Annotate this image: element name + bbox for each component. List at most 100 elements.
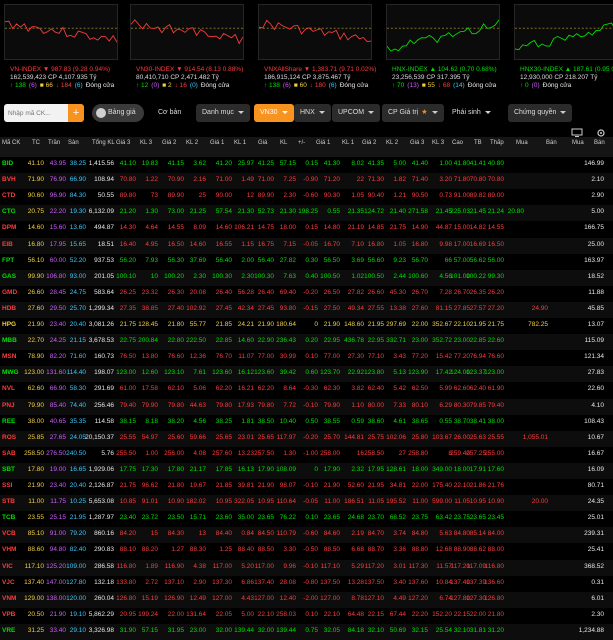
quote-cell: 49.34 [347, 304, 364, 312]
basic-tab[interactable]: Cơ bản [152, 104, 187, 122]
symbol-cell[interactable]: NVL [2, 385, 15, 392]
symbol-cell[interactable]: EIB [2, 241, 13, 248]
symbol-cell[interactable]: DPM [2, 224, 16, 231]
quote-cell: 258.00 [320, 449, 340, 457]
add-symbol-button[interactable]: + [68, 104, 84, 122]
symbol-cell[interactable]: CTG [2, 208, 16, 215]
symbol-cell[interactable]: GAS [2, 273, 16, 280]
symbol-cell[interactable]: HPG [2, 321, 16, 328]
symbol-cell[interactable]: VCB [2, 530, 16, 537]
table-row[interactable]: VRE 31.25 33.40 29.10 3,326.98 31.90 57.15 31.9… [0, 623, 613, 640]
quote-cell: 31.20 [487, 626, 504, 634]
symbol-cell[interactable]: SAB [2, 450, 16, 457]
upcom-dropdown[interactable]: UPCOM [332, 104, 381, 122]
header-ap1[interactable]: Giá 1 [316, 140, 330, 146]
vn30-dropdown[interactable]: VN30 [254, 104, 294, 122]
symbol-cell[interactable]: GMD [2, 289, 17, 296]
header-v1[interactable]: KL 1 [234, 140, 246, 146]
board-toggle[interactable]: Bảng giá [92, 104, 144, 122]
symbol-cell[interactable]: HDB [2, 305, 16, 312]
symbol-cell[interactable]: SSI [2, 482, 12, 489]
symbol-cell[interactable]: MBB [2, 337, 17, 344]
ceiling-price-cell: 23.40 [49, 482, 66, 489]
cp-value-dropdown[interactable]: CP Giá trị ★ [382, 104, 444, 122]
header-p3[interactable]: Giá 3 [116, 140, 130, 146]
quote-cell: 68.52 [389, 514, 406, 522]
header-p2[interactable]: Giá 2 [162, 140, 176, 146]
quote-cell: 126.90 [164, 594, 184, 602]
header-sell[interactable]: Bán [546, 140, 557, 146]
header-p1[interactable]: Giá 1 [210, 140, 224, 146]
quote-cell: 16.55 [215, 240, 232, 248]
symbol-cell[interactable]: SBT [2, 466, 15, 473]
header-avg[interactable]: TB [474, 140, 482, 146]
warrants-dropdown[interactable]: Chứng quyền [508, 104, 573, 122]
quote-cell: 123.00 [484, 369, 504, 377]
symbol-cell[interactable]: BVH [2, 176, 16, 183]
symbol-search-input[interactable] [4, 104, 68, 122]
header-buy[interactable]: Mua [516, 140, 528, 146]
header-av1[interactable]: KL 1 [342, 140, 354, 146]
quote-cell: 6.86 [241, 578, 254, 586]
category-dropdown[interactable]: Danh mục [196, 104, 250, 122]
index-card[interactable]: HNX-INDEX ▲ 104.62 (0.70 0.68%) 23,256,53… [382, 0, 504, 92]
quote-cell: 62.20 [257, 385, 274, 393]
header-low[interactable]: Thấp [490, 140, 504, 146]
quote-cell: 38.85 [141, 304, 158, 312]
symbol-cell[interactable]: VPB [2, 611, 15, 618]
symbol-cell[interactable]: MWG [2, 369, 19, 376]
symbol-cell[interactable]: CTD [2, 192, 15, 199]
symbol-cell[interactable]: STB [2, 498, 15, 505]
symbol-cell[interactable]: VNM [2, 595, 16, 602]
quote-cell: 20.80 [507, 208, 524, 216]
header-av2[interactable]: KL 2 [386, 140, 398, 146]
symbol-cell[interactable]: PNJ [2, 402, 15, 409]
header-ap2[interactable]: Giá 2 [362, 140, 376, 146]
header-chg[interactable]: +/- [298, 140, 305, 146]
symbol-cell[interactable]: ROS [2, 434, 16, 441]
index-volume: 23,256,539 CP 317.395 Tỷ [392, 74, 470, 81]
quote-cell: 85.14 [469, 530, 486, 538]
quote-cell: 128.61 [386, 465, 406, 473]
floor-price-cell: 79.20 [69, 530, 86, 538]
symbol-cell[interactable]: FPT [2, 257, 14, 264]
symbol-cell[interactable]: VHM [2, 546, 16, 553]
header-ref[interactable]: TC [32, 140, 40, 146]
symbol-cell[interactable]: VRE [2, 627, 15, 634]
header-ap3[interactable]: Giá 3 [410, 140, 424, 146]
quote-cell: 21.25 [189, 208, 206, 216]
header-high[interactable]: Cao [452, 140, 463, 146]
index-card[interactable]: VN30-INDEX ▼ 914.54 (8.13 0.88%) 80,410,7… [126, 0, 248, 92]
header-ceil[interactable]: Trần [48, 140, 60, 146]
quote-cell: 20.00 [531, 498, 548, 506]
hnx-dropdown[interactable]: HNX [294, 104, 331, 122]
symbol-cell[interactable]: REE [2, 418, 15, 425]
header-av3[interactable]: KL 3 [432, 140, 444, 146]
symbol-cell[interactable]: MSN [2, 353, 16, 360]
symbol-cell[interactable]: TCB [2, 514, 15, 521]
header-mv[interactable]: KL [280, 140, 287, 146]
index-card[interactable]: VNXAllShare ▼ 1,383.71 (9.71 0.02%) 186,9… [254, 0, 376, 92]
symbol-cell[interactable]: BID [2, 160, 13, 167]
header-mp[interactable]: Giá [258, 140, 267, 146]
symbol-cell[interactable]: VIC [2, 563, 13, 570]
symbol-cell[interactable]: VJC [2, 579, 15, 586]
header-total[interactable]: Tổng KL [92, 140, 115, 146]
quote-cell: 76.22 [279, 514, 296, 522]
quote-cell: 56.60 [367, 256, 384, 264]
quote-cell: 89.90 [257, 192, 274, 200]
ref-price-cell: 17.80 [27, 465, 44, 473]
derivatives-dropdown[interactable]: Phái sinh [446, 104, 497, 122]
header-v3[interactable]: KL 3 [140, 140, 152, 146]
header-fsell[interactable]: Bán [594, 140, 605, 146]
floor-price-cell: 109.00 [66, 562, 86, 570]
quote-cell: 76.50 [119, 353, 136, 361]
index-card[interactable]: HNX30-INDEX ▲ 187.61 (0.95 0...12,930,00… [510, 0, 613, 92]
header-floor[interactable]: Sàn [68, 140, 79, 146]
index-card[interactable]: VN-INDEX ▼ 987.83 (9.28 0.94%) 162,539,42… [0, 0, 122, 92]
quote-cell: 116.80 [484, 562, 504, 570]
header-fbuy[interactable]: Mua [572, 140, 584, 146]
header-v2[interactable]: KL 2 [186, 140, 198, 146]
header-symbol[interactable]: Mã CK [2, 140, 20, 146]
quote-cell: 21.95 [367, 321, 384, 328]
